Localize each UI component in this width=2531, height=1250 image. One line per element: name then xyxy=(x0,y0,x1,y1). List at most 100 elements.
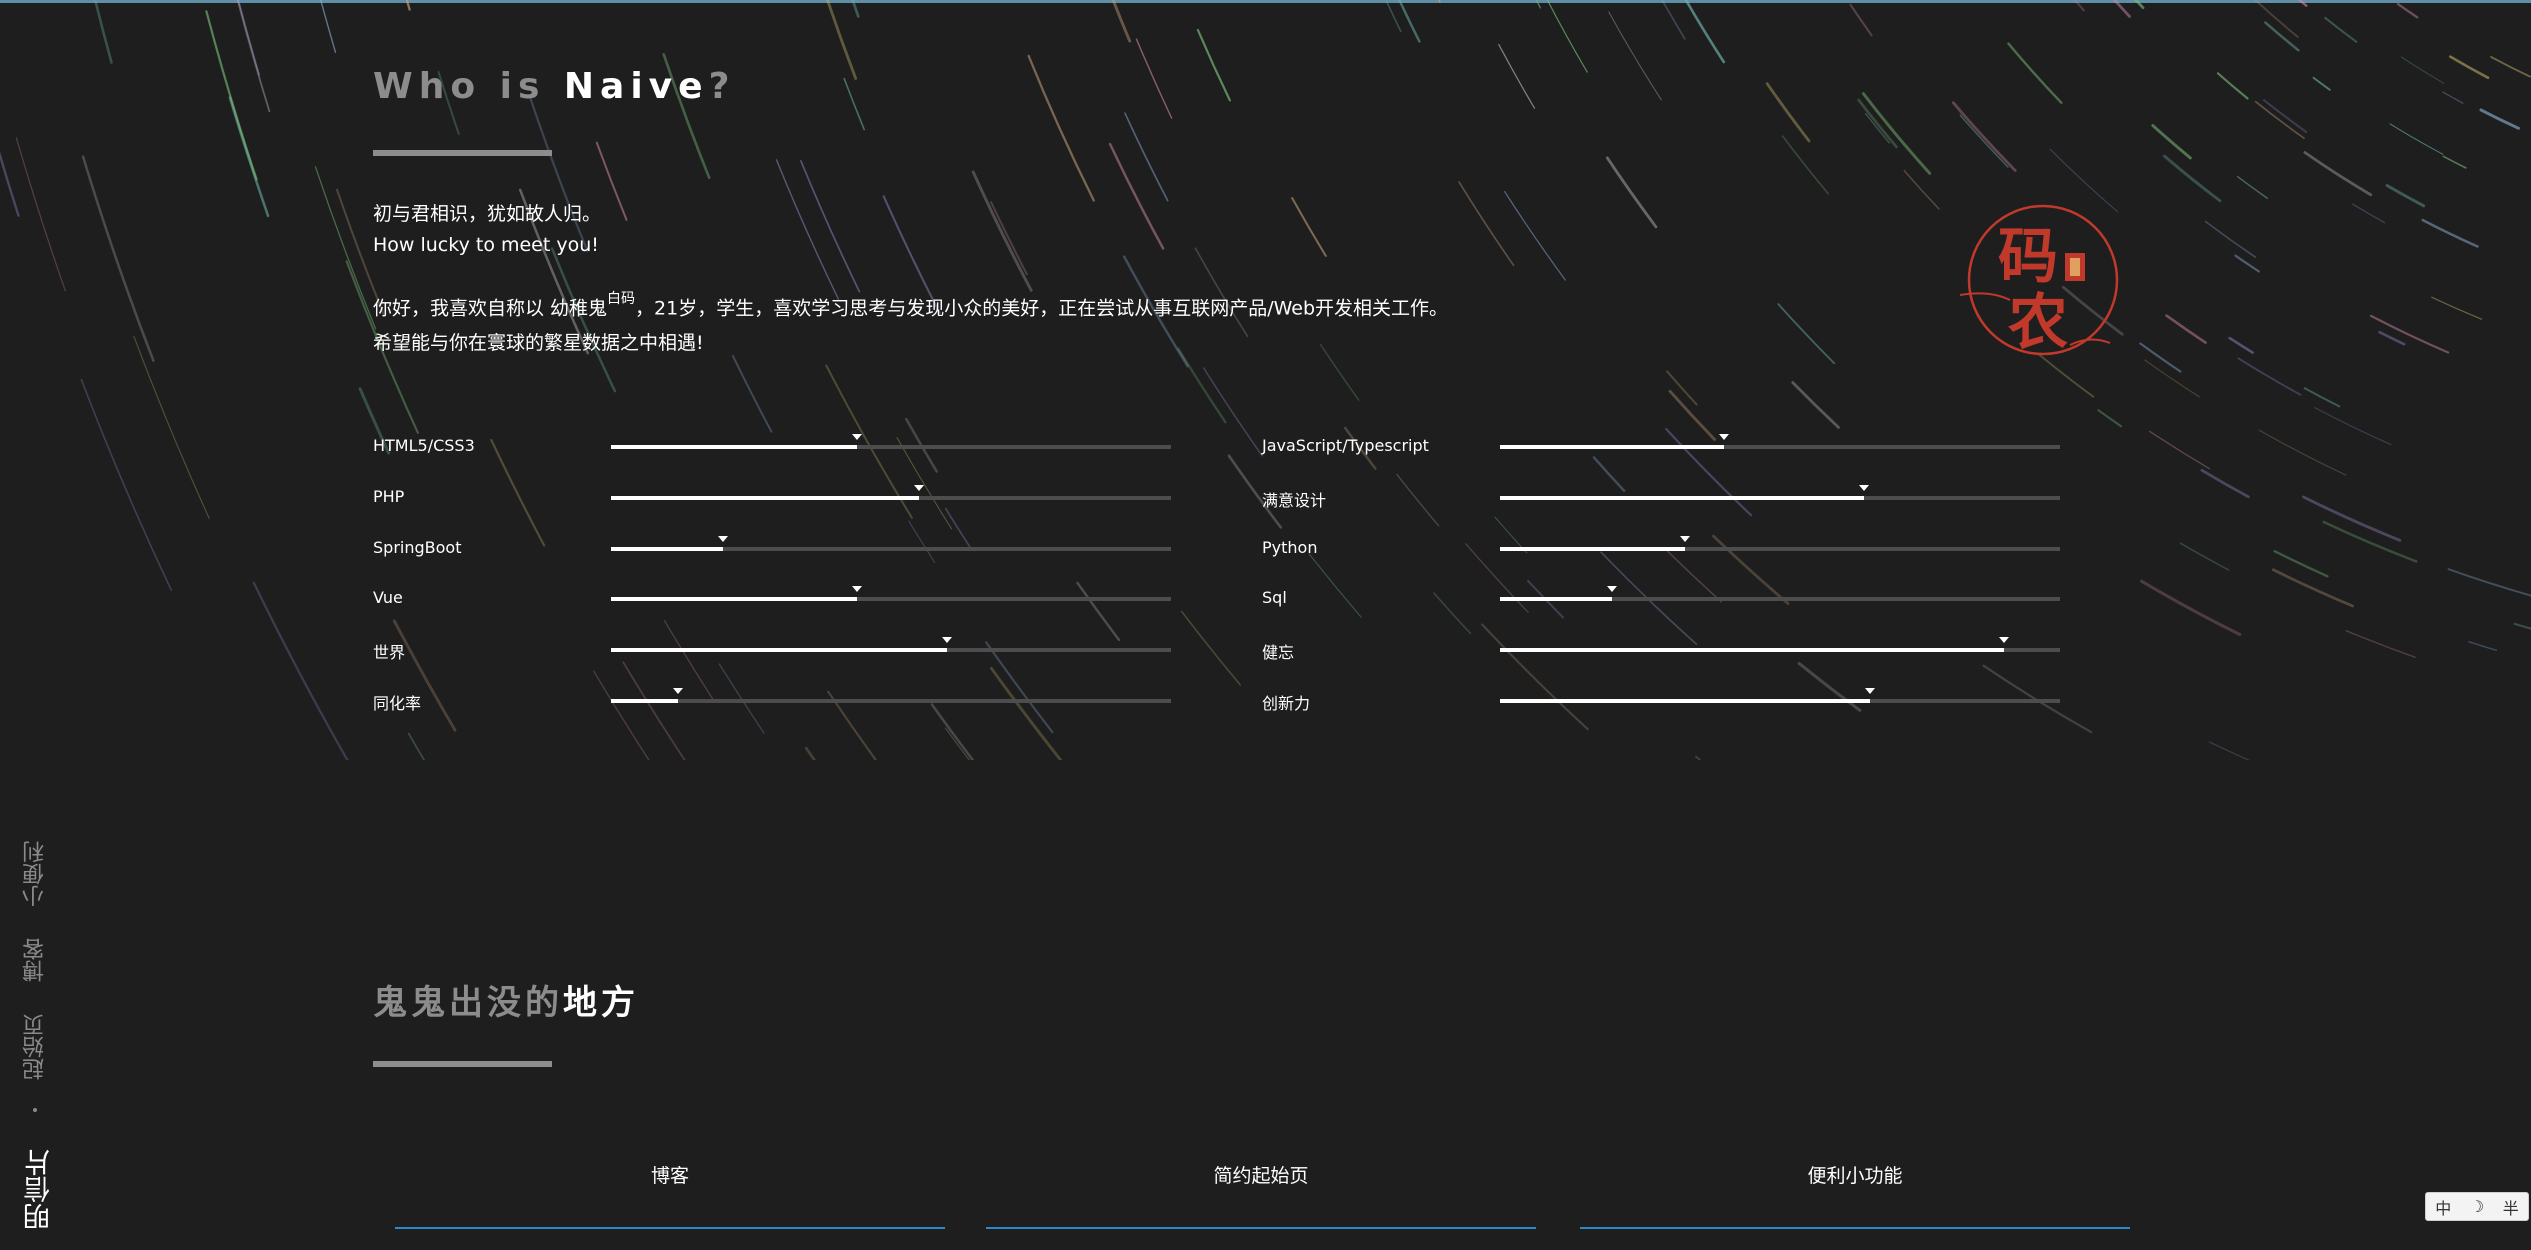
about-title-who: Who is xyxy=(373,66,564,107)
card-blog[interactable]: 博客 xyxy=(395,1161,945,1188)
ime-width-toggle[interactable]: 半 xyxy=(2503,1195,2519,1219)
star-trail xyxy=(2324,16,2358,43)
card-start-page[interactable]: 简约起始页 xyxy=(986,1161,1536,1188)
skill-marker-icon xyxy=(1607,586,1617,592)
skill-label: SpringBoot xyxy=(373,538,462,557)
skill-marker-icon xyxy=(1719,434,1729,440)
star-trail xyxy=(1291,197,1327,257)
star-trail xyxy=(2204,220,2257,258)
star-trail xyxy=(1108,142,1165,250)
star-trail xyxy=(2208,741,2251,760)
star-trail xyxy=(529,97,589,252)
desc-line-1-sup: 白码 xyxy=(607,291,636,307)
star-trail xyxy=(405,0,411,11)
star-trail xyxy=(775,159,840,300)
star-trail xyxy=(2237,357,2302,396)
star-trail xyxy=(2236,175,2269,200)
ime-toolbar[interactable]: 中 ☽ 半 xyxy=(2425,1192,2529,1221)
skill-bar-track xyxy=(1500,688,2060,703)
star-trail xyxy=(930,703,975,760)
skill-label: HTML5/CSS3 xyxy=(373,436,475,455)
star-trail xyxy=(1592,456,1626,492)
star-trail xyxy=(1864,112,1890,144)
star-trail xyxy=(1397,0,1421,43)
skill-bar-fill xyxy=(611,597,858,601)
star-trail xyxy=(2345,630,2416,658)
card-tools[interactable]: 便利小功能 xyxy=(1580,1161,2130,1188)
about-title: Who is Naive? xyxy=(373,66,735,107)
side-nav-separator xyxy=(33,1108,37,1112)
star-trail xyxy=(407,732,426,760)
star-trail xyxy=(990,201,1028,276)
star-trail xyxy=(2490,56,2531,78)
skill-bar-track xyxy=(1500,637,2060,652)
about-title-naive: Naive xyxy=(563,66,709,107)
skill-marker-icon xyxy=(914,485,924,491)
star-trail xyxy=(593,670,650,760)
desc-line-1-start: 你好，我喜欢自称以 幼稚鬼 xyxy=(373,297,608,320)
star-trail xyxy=(2263,99,2308,133)
star-trail xyxy=(1684,0,1726,64)
star-trail xyxy=(1797,661,1862,712)
skill-marker-icon xyxy=(1999,637,2009,643)
desc-line-1-end: ，21岁，学生，喜欢学习思考与发现小众的美好，正在尝试从事互联网产品/Web开发… xyxy=(635,297,1449,320)
star-trail xyxy=(319,0,337,53)
skill-label: 满意设计 xyxy=(1262,491,1327,510)
skill-bar-fill xyxy=(1500,445,1724,449)
star-trail xyxy=(2396,2,2419,19)
skill-bar-track xyxy=(1500,586,2060,601)
star-trail xyxy=(1465,543,1529,613)
star-trail xyxy=(2234,254,2260,273)
star-trail xyxy=(1861,92,1932,175)
star-trail xyxy=(1777,303,1836,365)
skill-bar-track xyxy=(1500,536,2060,551)
star-trail xyxy=(1903,169,1940,210)
skill-bar-track xyxy=(1500,434,2060,449)
star-trail xyxy=(1027,54,1095,202)
star-trail xyxy=(2389,123,2444,155)
side-nav-tools[interactable]: 小便利 xyxy=(20,835,50,907)
skill-marker-icon xyxy=(852,586,863,592)
side-nav-start-page[interactable]: 起始页 xyxy=(20,1008,50,1080)
star-trail xyxy=(1666,550,1722,603)
star-trail xyxy=(81,155,155,362)
skill-label: 世界 xyxy=(373,643,406,662)
star-trail xyxy=(236,0,271,113)
skill-marker-icon xyxy=(852,434,863,440)
star-trail xyxy=(80,378,173,591)
skill-bar-fill xyxy=(611,648,947,652)
ime-language-toggle[interactable]: 中 xyxy=(2435,1195,2451,1219)
star-trail xyxy=(800,160,861,293)
skill-label: 创新力 xyxy=(1262,694,1311,713)
star-trail xyxy=(1458,181,1515,266)
side-nav-postcard[interactable]: 明信片 xyxy=(20,1140,55,1230)
star-trail xyxy=(1481,623,1589,731)
skill-marker-icon xyxy=(1859,485,1869,491)
coder-seal-logo: 码 农 xyxy=(1959,204,2119,358)
star-trail xyxy=(2140,579,2242,636)
star-trail xyxy=(2513,622,2531,630)
skill-marker-icon xyxy=(942,637,952,643)
star-trail xyxy=(2228,336,2254,354)
star-trail xyxy=(1385,0,1402,33)
star-trail xyxy=(2216,72,2249,100)
star-trail xyxy=(1433,592,1472,635)
side-nav-blog[interactable]: 博客 xyxy=(20,932,50,982)
star-trail xyxy=(989,666,1063,760)
moon-icon[interactable]: ☽ xyxy=(2470,1197,2484,1216)
star-trail xyxy=(622,661,686,760)
star-trail xyxy=(2468,641,2498,652)
star-trail xyxy=(2312,76,2331,91)
star-trail xyxy=(1605,156,1658,229)
star-trail xyxy=(1076,581,1121,642)
star-trail xyxy=(1535,0,1542,9)
skill-marker-icon xyxy=(673,688,684,694)
star-trail xyxy=(2139,342,2182,373)
about-title-question: ? xyxy=(708,66,736,107)
svg-text:码: 码 xyxy=(1998,222,2058,292)
star-trail xyxy=(843,77,865,131)
skill-bar-fill xyxy=(1500,699,1870,703)
star-trail xyxy=(1781,135,1830,195)
star-trail xyxy=(1196,28,1231,102)
intro-line-2: How lucky to meet you! xyxy=(373,234,599,256)
